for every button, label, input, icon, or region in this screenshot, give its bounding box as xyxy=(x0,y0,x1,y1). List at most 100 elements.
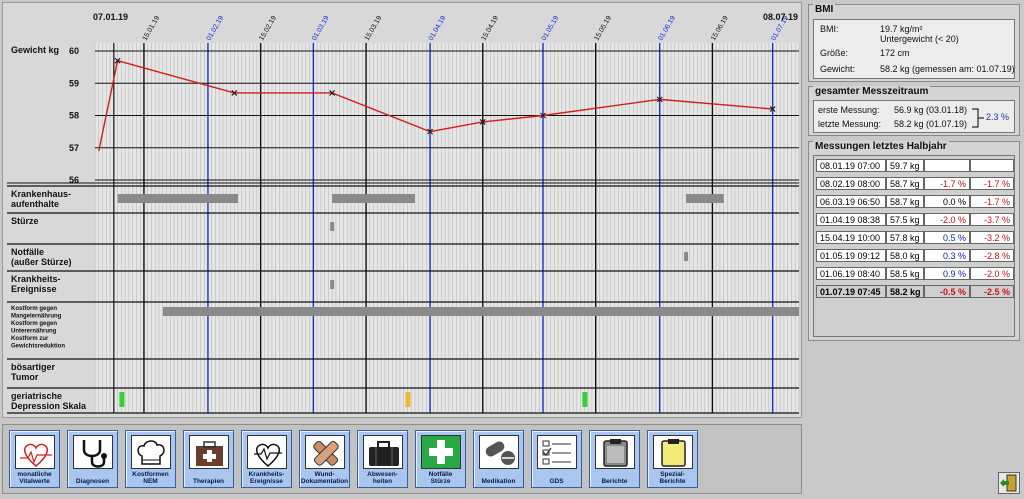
measurement-row[interactable]: 01.06.19 08:40 58.5 kg 0.9 % -2.0 % xyxy=(814,267,1014,281)
pills-icon xyxy=(479,435,519,469)
measurement-weight: 58.7 kg xyxy=(886,177,924,190)
height-value: 172 cm xyxy=(880,48,910,58)
date-tick-label: 15.06.19 xyxy=(710,15,730,42)
start-date-label: 07.01.19 xyxy=(93,12,128,22)
medical-case-icon xyxy=(189,435,229,469)
measurement-date: 01.07.19 07:45 xyxy=(816,285,886,298)
toolbar-button-label: Berichte xyxy=(601,478,628,485)
monatliche-vitalwerte-button[interactable]: monatliche Vitalwerte xyxy=(9,430,60,488)
toolbar-button-label: GDS xyxy=(549,478,564,485)
toolbar-button-label: monatliche Vitalwerte xyxy=(17,471,52,485)
row-label: Kostform gegen xyxy=(11,306,57,312)
checklist-icon xyxy=(537,435,577,469)
weight-tick-label: 59 xyxy=(69,78,79,88)
bmi-note: Untergewicht (< 20) xyxy=(880,34,959,44)
weight-value: 58.2 kg (gemessen am: 01.07.19) xyxy=(880,64,1015,74)
period-title: gesamter Messzeitraum xyxy=(813,86,931,97)
clipboard-yellow-icon xyxy=(653,435,693,469)
first-measure-value: 56.9 kg (03.01.18) xyxy=(894,105,968,115)
weight-chart-panel: 15.01.19 01.02.19 15.02.19 01.03.19 15.03.19… xyxy=(2,2,802,418)
date-tick-label: 15.03.19 xyxy=(364,15,384,42)
measurement-row[interactable]: 01.07.19 07:45 58.2 kg -0.5 % -2.5 % xyxy=(814,285,1014,299)
measurement-row[interactable]: 08.01.19 07:00 59.7 kg xyxy=(814,159,1014,173)
toolbar-button-label: Wund- Dokumentation xyxy=(300,471,349,485)
date-tick-label: 01.03.19 xyxy=(311,15,331,42)
abwesenheiten-button[interactable]: Abwesen- heiten xyxy=(357,430,408,488)
date-tick-label: 15.04.19 xyxy=(480,15,500,42)
diet-form-bar xyxy=(162,307,799,316)
toolbar-button-label: Spezial- Berichte xyxy=(659,471,686,485)
toolbar-button-label: Krankheits- Ereignisse xyxy=(248,471,285,485)
weight-axis-label: Gewicht kg xyxy=(11,45,59,55)
row-label: geriatrische xyxy=(11,391,62,401)
berichte-button[interactable]: Berichte xyxy=(589,430,640,488)
measurement-weight: 58.7 kg xyxy=(886,195,924,208)
date-tick-label: 01.04.19 xyxy=(428,15,448,42)
wund-dokumentation-button[interactable]: Wund- Dokumentation xyxy=(299,430,350,488)
weight-tick-label: 60 xyxy=(69,46,79,56)
period-bracket xyxy=(972,108,984,128)
illness-event-mark xyxy=(330,280,335,289)
weight-tick-label: 58 xyxy=(69,111,79,121)
chef-hat-icon xyxy=(131,435,171,469)
measurement-change-prev: 0.0 % xyxy=(924,195,970,208)
date-tick-label: 01.02.19 xyxy=(206,15,226,42)
height-label: Größe: xyxy=(820,48,849,58)
date-tick-label: 15.02.19 xyxy=(258,15,278,42)
krankheits-ereignisse-button[interactable]: Krankheits- Ereignisse xyxy=(241,430,292,488)
notfaelle-stuerze-button[interactable]: Notfälle Stürze xyxy=(415,430,466,488)
measurement-row[interactable]: 01.04.19 08:38 57.5 kg -2.0 % -3.7 % xyxy=(814,213,1014,227)
measurement-weight: 58.2 kg xyxy=(886,285,924,298)
fall-event-mark xyxy=(330,222,335,231)
hospital-stay-bar xyxy=(117,194,239,203)
measurement-row[interactable]: 06.03.19 06:50 58.7 kg 0.0 % -1.7 % xyxy=(814,195,1014,209)
row-label: Notfälle xyxy=(11,247,44,257)
row-label: (außer Stürze) xyxy=(11,257,72,267)
measurement-date: 01.05.19 09:12 xyxy=(816,249,886,262)
measurement-row[interactable]: 01.05.19 09:12 58.0 kg 0.3 % -2.8 % xyxy=(814,249,1014,263)
halfyear-panel: Messungen letztes Halbjahr 08.01.19 07:0… xyxy=(808,141,1020,341)
row-label: Mangelernährung xyxy=(11,314,62,320)
measurement-change-total: -1.7 % xyxy=(970,177,1014,190)
measurement-date: 15.04.19 10:00 xyxy=(816,231,886,244)
bottom-toolbar: monatliche Vitalwerte Diagnosen Kostformen… xyxy=(2,424,802,494)
toolbar-button-label: Medikation xyxy=(481,478,516,485)
measurement-change-prev: -1.7 % xyxy=(924,177,970,190)
measurement-date: 01.04.19 08:38 xyxy=(816,213,886,226)
measurement-change-total: -3.7 % xyxy=(970,213,1014,226)
measurement-weight: 58.0 kg xyxy=(886,249,924,262)
depression-scale-mark xyxy=(119,392,125,407)
exit-button[interactable] xyxy=(998,472,1020,494)
date-tick-label: 01.05.19 xyxy=(541,15,561,42)
diagnosen-button[interactable]: Diagnosen xyxy=(67,430,118,488)
bmi-title: BMI xyxy=(813,4,836,15)
period-change: 2.3 % xyxy=(986,112,1010,122)
bmi-panel: BMI BMI: 19.7 kg/m² Untergewicht (< 20) … xyxy=(808,4,1020,82)
measurement-row[interactable]: 08.02.19 08:00 58.7 kg -1.7 % -1.7 % xyxy=(814,177,1014,191)
kostformen-nem-button[interactable]: Kostformen NEM xyxy=(125,430,176,488)
bandage-icon xyxy=(305,435,345,469)
gds-button[interactable]: GDS xyxy=(531,430,582,488)
halfyear-title: Messungen letztes Halbjahr xyxy=(813,141,949,152)
measurement-date: 01.06.19 08:40 xyxy=(816,267,886,280)
date-tick-label: 15.01.19 xyxy=(142,15,162,42)
hospital-stay-bar xyxy=(332,194,415,203)
period-inset: erste Messung: 56.9 kg (03.01.18) letzte… xyxy=(813,100,1015,133)
spezial-berichte-button[interactable]: Spezial- Berichte xyxy=(647,430,698,488)
measurement-change-prev: 0.3 % xyxy=(924,249,970,262)
suitcase-icon xyxy=(363,435,403,469)
measurement-weight: 57.8 kg xyxy=(886,231,924,244)
row-label: aufenthalte xyxy=(11,199,59,209)
end-date-label: 08.07.19 xyxy=(763,12,798,22)
period-panel: gesamter Messzeitraum erste Messung: 56.… xyxy=(808,86,1020,136)
therapien-button[interactable]: Therapien xyxy=(183,430,234,488)
depression-scale-mark xyxy=(582,392,588,407)
measurement-row[interactable]: 15.04.19 10:00 57.8 kg 0.5 % -3.2 % xyxy=(814,231,1014,245)
hospital-stay-bar xyxy=(686,194,724,203)
measurement-change-total: -2.8 % xyxy=(970,249,1014,262)
row-label: Tumor xyxy=(11,372,39,382)
date-tick-label: 01.06.19 xyxy=(657,15,677,42)
medikation-button[interactable]: Medikation xyxy=(473,430,524,488)
stethoscope-icon xyxy=(73,435,113,469)
measurement-date: 08.01.19 07:00 xyxy=(816,159,886,172)
